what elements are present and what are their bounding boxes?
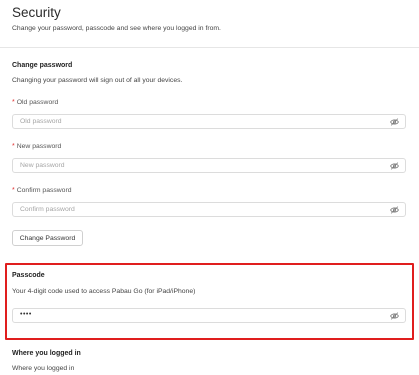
old-password-field[interactable]: Old password [12,114,406,129]
eye-slash-icon[interactable] [390,118,399,126]
confirm-password-placeholder: Confirm password [20,206,75,213]
change-password-button[interactable]: Change Password [12,230,83,246]
security-settings-page: Security Change your password, passcode … [0,0,419,375]
old-password-label-text: Old password [16,99,59,106]
old-password-label: * Old password [12,99,58,106]
confirm-password-field[interactable]: Confirm password [12,202,406,217]
required-mark: * [12,143,15,150]
new-password-label: * New password [12,143,61,150]
passcode-heading: Passcode [12,272,45,279]
required-mark: * [12,99,15,106]
new-password-label-text: New password [16,143,62,150]
passcode-field[interactable]: •••• [12,308,406,323]
page-subtitle: Change your password, passcode and see w… [12,25,221,32]
passcode-value: •••• [20,311,32,318]
confirm-password-label: * Confirm password [12,187,72,194]
new-password-field[interactable]: New password [12,158,406,173]
old-password-placeholder: Old password [20,118,62,125]
passcode-highlight-box [5,263,414,340]
required-mark: * [12,187,15,194]
eye-slash-icon[interactable] [390,162,399,170]
change-password-heading: Change password [12,62,73,69]
confirm-password-label-text: Confirm password [16,187,72,194]
eye-slash-icon[interactable] [390,312,399,320]
header-divider [0,47,419,48]
logins-description: Where you logged in [12,365,75,372]
eye-slash-icon[interactable] [390,206,399,214]
new-password-placeholder: New password [20,162,65,169]
page-title: Security [12,5,61,20]
logins-heading: Where you logged in [12,350,81,357]
change-password-description: Changing your password will sign out of … [12,77,183,84]
passcode-description: Your 4-digit code used to access Pabau G… [12,288,196,295]
